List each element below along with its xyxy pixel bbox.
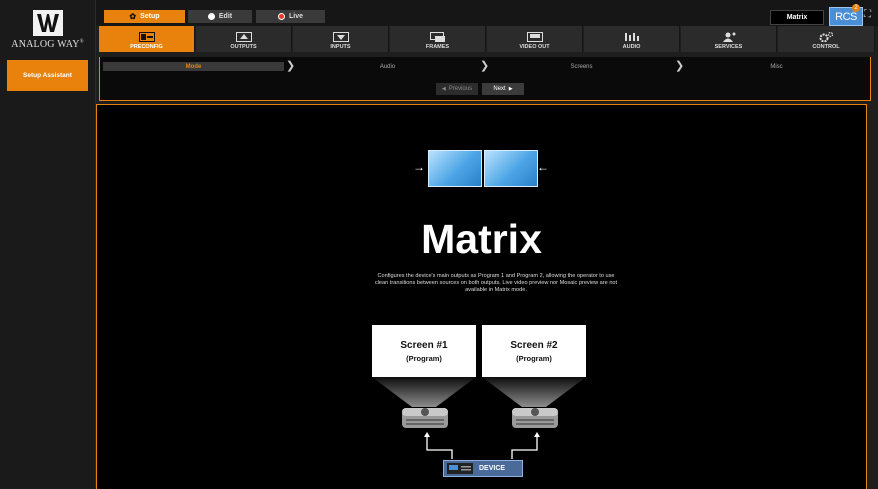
arrow-left-icon: ← [537, 160, 549, 174]
connection-lines [426, 435, 538, 459]
nav-label: VIDEO OUT [519, 44, 550, 50]
mode-tab-label: Edit [218, 13, 233, 20]
audio-icon [624, 31, 640, 42]
mode-tab-live[interactable]: Live [256, 10, 325, 23]
brand-registered: ® [79, 39, 84, 45]
triangle-left-icon: ◀ [441, 86, 446, 92]
brand-name: ANALOG WAY [11, 39, 80, 50]
services-icon [721, 31, 737, 42]
arrow-up-icon [424, 432, 430, 437]
gear-icon: ✿ [129, 12, 137, 21]
screen-thumbnail-left [428, 150, 482, 187]
nav-frames[interactable]: FRAMES [390, 26, 486, 52]
screen-thumbnail-right [484, 150, 538, 187]
next-button[interactable]: Next ▶ [482, 83, 524, 95]
mode-tab-setup[interactable]: ✿ Setup [104, 10, 185, 23]
wizard-step-screens[interactable]: Screens [491, 62, 672, 71]
wizard-step-misc[interactable]: Misc [686, 62, 867, 71]
projection-beam [372, 377, 476, 407]
control-icon [818, 31, 834, 42]
sidebar-item-setup-assistant[interactable]: Setup Assistant [7, 60, 88, 91]
nav-label: INPUTS [330, 44, 351, 50]
device-box: DEVICE [443, 460, 523, 477]
chevron-right-icon: ❯ [286, 60, 296, 72]
fullscreen-icon[interactable]: ⛶ [864, 10, 874, 20]
brand-logo: ANALOG WAY® [0, 0, 96, 52]
nav-label: FRAMES [425, 44, 450, 50]
projector-icon [512, 408, 558, 428]
sidebar [0, 52, 96, 488]
previous-button[interactable]: ◀ Previous [436, 83, 478, 95]
rcs-badge: 2 [852, 4, 860, 12]
nav-label: AUDIO [622, 44, 641, 50]
next-label: Next [493, 86, 506, 92]
nav-services[interactable]: SERVICES [681, 26, 777, 52]
projector-icon [402, 408, 448, 428]
arrow-up-icon [534, 432, 540, 437]
nav-control[interactable]: CONTROL [778, 26, 875, 52]
video-out-icon [526, 31, 543, 42]
mode-title: Matrix [421, 216, 542, 262]
mode-description: Configures the device's main outputs as … [374, 273, 618, 293]
live-dot-icon [277, 13, 285, 20]
arrow-right-icon: → [413, 160, 425, 174]
nav-audio[interactable]: AUDIO [584, 26, 680, 52]
chevron-right-icon: ❯ [480, 60, 490, 72]
screen-card-2: Screen #2 (Program) [482, 325, 586, 377]
frames-icon [429, 31, 446, 42]
screen-card-1: Screen #1 (Program) [372, 325, 476, 377]
nav-outputs[interactable]: OUTPUTS [196, 26, 292, 52]
nav-label: CONTROL [812, 44, 840, 50]
wizard-step-audio[interactable]: Audio [297, 62, 478, 71]
device-label: DEVICE [479, 465, 506, 472]
mode-tab-label: Setup [140, 13, 160, 20]
nav-label: SERVICES [714, 44, 743, 50]
nav-inputs[interactable]: INPUTS [293, 26, 389, 52]
screen-name: Screen #2 [510, 340, 558, 351]
edit-dot-icon [207, 13, 215, 20]
main-nav: PRECONFIG OUTPUTS INPUTS FRAMES VIDEO OU… [99, 26, 875, 52]
nav-label: OUTPUTS [230, 44, 257, 50]
screen-role: (Program) [516, 354, 552, 363]
nav-label: PRECONFIG [130, 44, 163, 50]
preconfig-icon [138, 31, 155, 42]
mode-tab-label: Live [288, 13, 303, 20]
nav-video-out[interactable]: VIDEO OUT [487, 26, 583, 52]
inputs-icon [332, 31, 349, 42]
previous-label: Previous [448, 86, 473, 92]
projection-beam [482, 377, 586, 407]
nav-preconfig[interactable]: PRECONFIG [99, 26, 195, 52]
wizard-step-mode[interactable]: Mode [103, 62, 284, 71]
device-hardware-icon [447, 463, 473, 474]
outputs-icon [235, 31, 252, 42]
analog-way-logo-icon [33, 10, 63, 36]
triangle-right-icon: ▶ [508, 86, 513, 92]
screen-name: Screen #1 [400, 340, 448, 351]
chevron-right-icon: ❯ [675, 60, 685, 72]
preset-name-box[interactable]: Matrix [770, 10, 824, 25]
screen-role: (Program) [406, 354, 442, 363]
mode-tab-edit[interactable]: Edit [188, 10, 252, 23]
